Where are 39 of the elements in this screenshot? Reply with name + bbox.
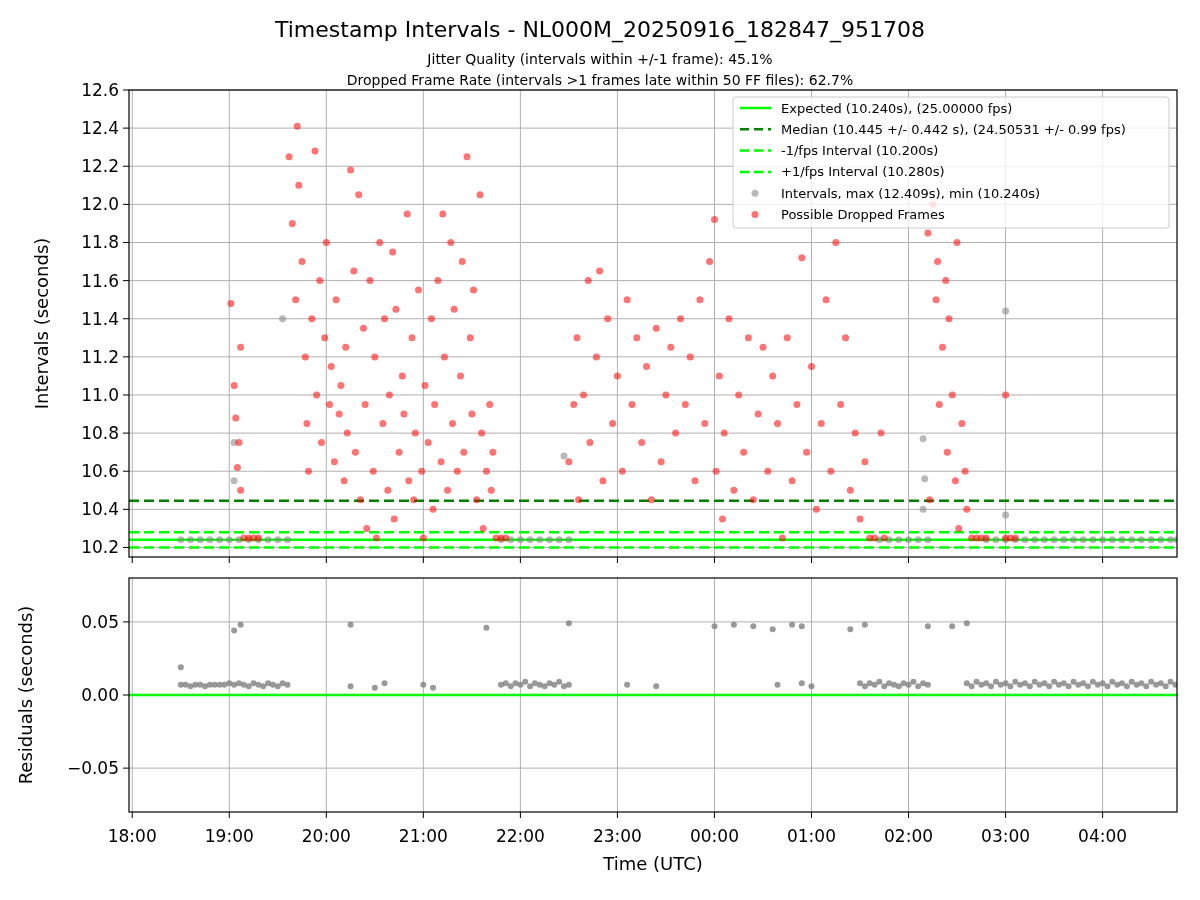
axis-label: Residuals (seconds): [15, 605, 36, 785]
tick-label: 23:00: [592, 826, 642, 846]
legend-label: Expected (10.240s), (25.00000 fps): [781, 100, 1013, 116]
tick-label: 03:00: [981, 826, 1031, 846]
tick-label: 11.6: [81, 270, 119, 291]
chart-subtitle: Jitter Quality (intervals within +/-1 frame): 45.1%: [427, 51, 773, 67]
tick-label: 21:00: [398, 826, 448, 846]
legend-label: Possible Dropped Frames: [781, 207, 945, 222]
axis-label: Intervals (seconds): [31, 237, 52, 410]
tick-label: 00:00: [689, 826, 739, 846]
tick-label: 10.6: [81, 461, 119, 482]
tick-label: 12.2: [81, 156, 119, 177]
tick-label: 0.05: [81, 611, 119, 632]
tick-label: 01:00: [787, 826, 836, 846]
legend-label: +1/fps Interval (10.280s): [781, 164, 945, 180]
legend-label: Intervals, max (12.409s), min (10.240s): [781, 185, 1040, 201]
tick-label: −0.05: [66, 758, 119, 779]
tick-label: 18:00: [107, 826, 157, 846]
tick-label: 19:00: [204, 826, 254, 846]
tick-label: 11.4: [81, 308, 119, 329]
tick-label: 12.6: [81, 80, 119, 100]
tick-label: 10.4: [81, 499, 119, 520]
tick-label: 10.2: [81, 537, 119, 558]
tick-label: 11.2: [81, 346, 119, 367]
tick-label: 02:00: [884, 826, 934, 846]
tick-label: 12.0: [81, 194, 119, 215]
tick-label: 20:00: [301, 826, 351, 846]
legend-label: Median (10.445 +/- 0.442 s), (24.50531 +/- 0.99 fps): [781, 121, 1126, 137]
tick-label: 11.0: [81, 385, 119, 405]
tick-label: 0.00: [81, 685, 119, 705]
tick-label: 12.4: [81, 118, 119, 139]
tick-label: 22:00: [495, 826, 545, 846]
tick-label: 04:00: [1078, 826, 1128, 846]
axis-label: Time (UTC): [603, 853, 703, 874]
chart-subtitle: Dropped Frame Rate (intervals >1 frames late within 50 FF files): 62.7%: [346, 72, 854, 88]
tick-label: 10.8: [81, 423, 119, 444]
legend-label: -1/fps Interval (10.200s): [781, 143, 939, 159]
chart-title: Timestamp Intervals - NL000M_20250916_182847_951708: [274, 17, 926, 42]
tick-label: 11.8: [81, 232, 119, 253]
